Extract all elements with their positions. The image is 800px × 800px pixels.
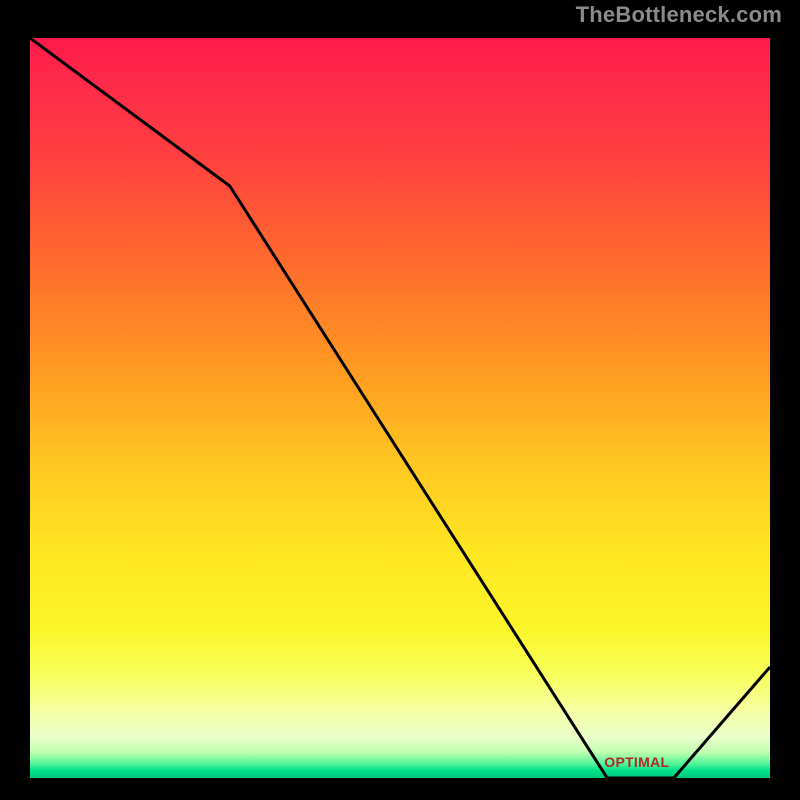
plot-area: OPTIMAL [30, 38, 770, 778]
chart-canvas: TheBottleneck.com OPTIMAL [0, 0, 800, 800]
plot-frame: OPTIMAL [22, 30, 778, 786]
optimal-annotation: OPTIMAL [604, 754, 669, 770]
bottleneck-curve [30, 38, 770, 778]
attribution-label: TheBottleneck.com [576, 2, 782, 28]
overlay-svg: OPTIMAL [30, 38, 770, 778]
